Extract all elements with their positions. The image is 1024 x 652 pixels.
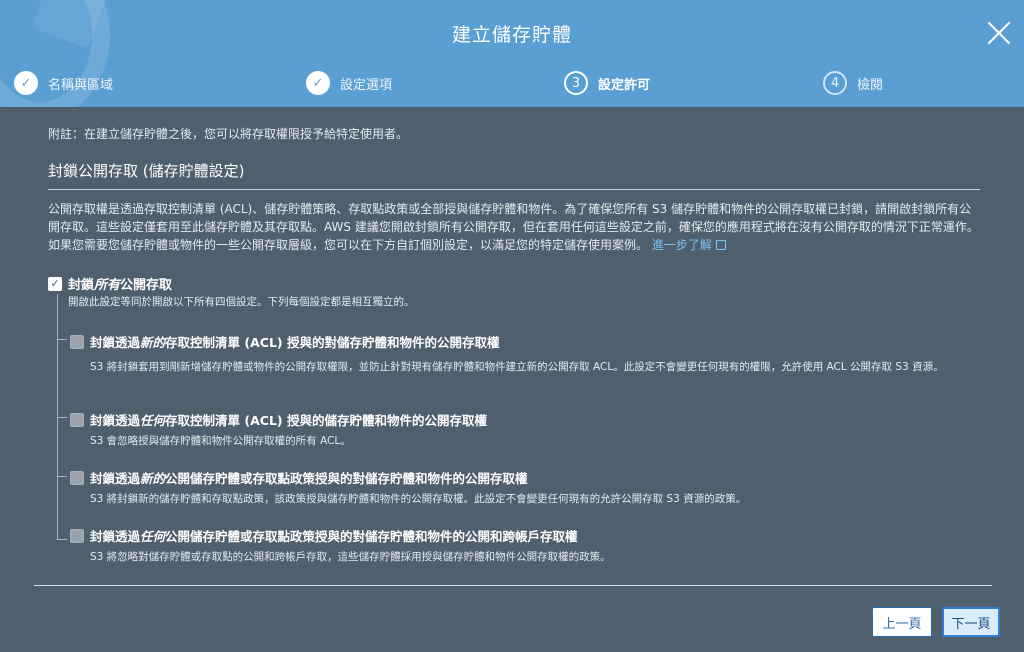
option-checkbox[interactable] <box>70 470 84 485</box>
step-number: 4 <box>823 71 847 95</box>
learn-more-link[interactable]: 進一步了解 <box>652 238 726 252</box>
option-checkbox[interactable] <box>70 334 84 349</box>
option-block-new-acl: 封鎖透過新的存取控制清單 (ACL) 授與的對儲存貯體和物件的公開存取權 S3 … <box>70 332 980 377</box>
step-name-region: ✓ 名稱與區域 <box>14 70 113 96</box>
block-all-description: 開啟此設定等同於開啟以下所有四個設定。下列每個設定都是相互獨立的。 <box>68 296 415 308</box>
section-title: 封鎖公開存取 (儲存貯體設定) <box>48 160 980 190</box>
option-description: S3 將忽略對儲存貯體或存取點的公開和跨帳戶存取，這些儲存貯體採用授與儲存貯體和… <box>90 551 611 563</box>
option-label: 封鎖透過任何公開儲存貯體或存取點政策授與的對儲存貯體和物件的公開和跨帳戶存取權 <box>90 529 578 544</box>
option-description: S3 會忽略授與儲存貯體和物件公開存取權的所有 ACL。 <box>90 435 351 447</box>
step-label: 設定選項 <box>340 77 393 93</box>
option-block-new-policy: 封鎖透過新的公開儲存貯體或存取點政策授與的對儲存貯體和物件的公開存取權 S3 將… <box>70 468 980 509</box>
check-icon: ✓ <box>306 71 330 95</box>
option-block-any-policy: 封鎖透過任何公開儲存貯體或存取點政策授與的對儲存貯體和物件的公開和跨帳戶存取權 … <box>70 526 980 567</box>
step-label: 名稱與區域 <box>48 77 114 93</box>
previous-button[interactable]: 上一頁 <box>872 607 932 637</box>
tree-branch <box>57 476 67 477</box>
option-block-any-acl: 封鎖透過任何存取控制清單 (ACL) 授與的儲存貯體和物件的公開存取權 S3 會… <box>70 410 980 451</box>
description-text: 公開存取權是透過存取控制清單 (ACL)、儲存貯體策略、存取點政策或全部授與儲存… <box>48 202 979 252</box>
check-icon: ✓ <box>14 71 38 95</box>
block-all-checkbox[interactable]: ✓ <box>48 276 62 291</box>
tree-branch <box>57 539 67 540</box>
step-permissions: 3 設定許可 <box>564 70 650 96</box>
tree-branch <box>57 339 67 340</box>
option-label: 封鎖透過新的公開儲存貯體或存取點政策授與的對儲存貯體和物件的公開存取權 <box>90 471 528 486</box>
external-link-icon <box>715 240 726 250</box>
next-button[interactable]: 下一頁 <box>942 607 1000 637</box>
step-options: ✓ 設定選項 <box>306 70 392 96</box>
close-icon[interactable] <box>986 20 1012 46</box>
option-description: S3 將封鎖新的儲存貯體和存取點政策，該政策授與儲存貯體和物件的公開存取權。此設… <box>90 493 747 505</box>
tree-branch <box>57 417 67 418</box>
dialog-header: 建立儲存貯體 ✓ 名稱與區域 ✓ 設定選項 3 設定許可 4 檢閱 <box>0 0 1024 107</box>
option-label: 封鎖透過任何存取控制清單 (ACL) 授與的儲存貯體和物件的公開存取權 <box>90 413 487 428</box>
step-label: 設定許可 <box>598 77 651 93</box>
block-all-label: 封鎖所有公開存取 <box>68 278 173 293</box>
option-checkbox[interactable] <box>70 412 84 427</box>
option-checkbox[interactable] <box>70 528 84 543</box>
step-number: 3 <box>564 71 588 95</box>
option-description: S3 將封鎖套用到剛新增儲存貯體或物件的公開存取權限，並防止針對現有儲存貯體和物… <box>90 361 944 373</box>
section-description: 公開存取權是透過存取控制清單 (ACL)、儲存貯體策略、存取點政策或全部授與儲存… <box>48 200 980 254</box>
option-label: 封鎖透過新的存取控制清單 (ACL) 授與的對儲存貯體和物件的公開存取權 <box>90 335 500 350</box>
step-review: 4 檢閱 <box>823 70 883 96</box>
dialog-title: 建立儲存貯體 <box>451 24 572 46</box>
step-label: 檢閱 <box>857 77 884 93</box>
divider <box>34 585 992 586</box>
learn-more-label: 進一步了解 <box>651 238 712 252</box>
note-text: 附註：在建立儲存貯體之後，您可以將存取權限授予給特定使用者。 <box>48 127 409 141</box>
block-all-public-access[interactable]: ✓ 封鎖所有公開存取 <box>48 274 172 293</box>
main-content: 附註：在建立儲存貯體之後，您可以將存取權限授予給特定使用者。 封鎖公開存取 (儲… <box>48 125 980 254</box>
